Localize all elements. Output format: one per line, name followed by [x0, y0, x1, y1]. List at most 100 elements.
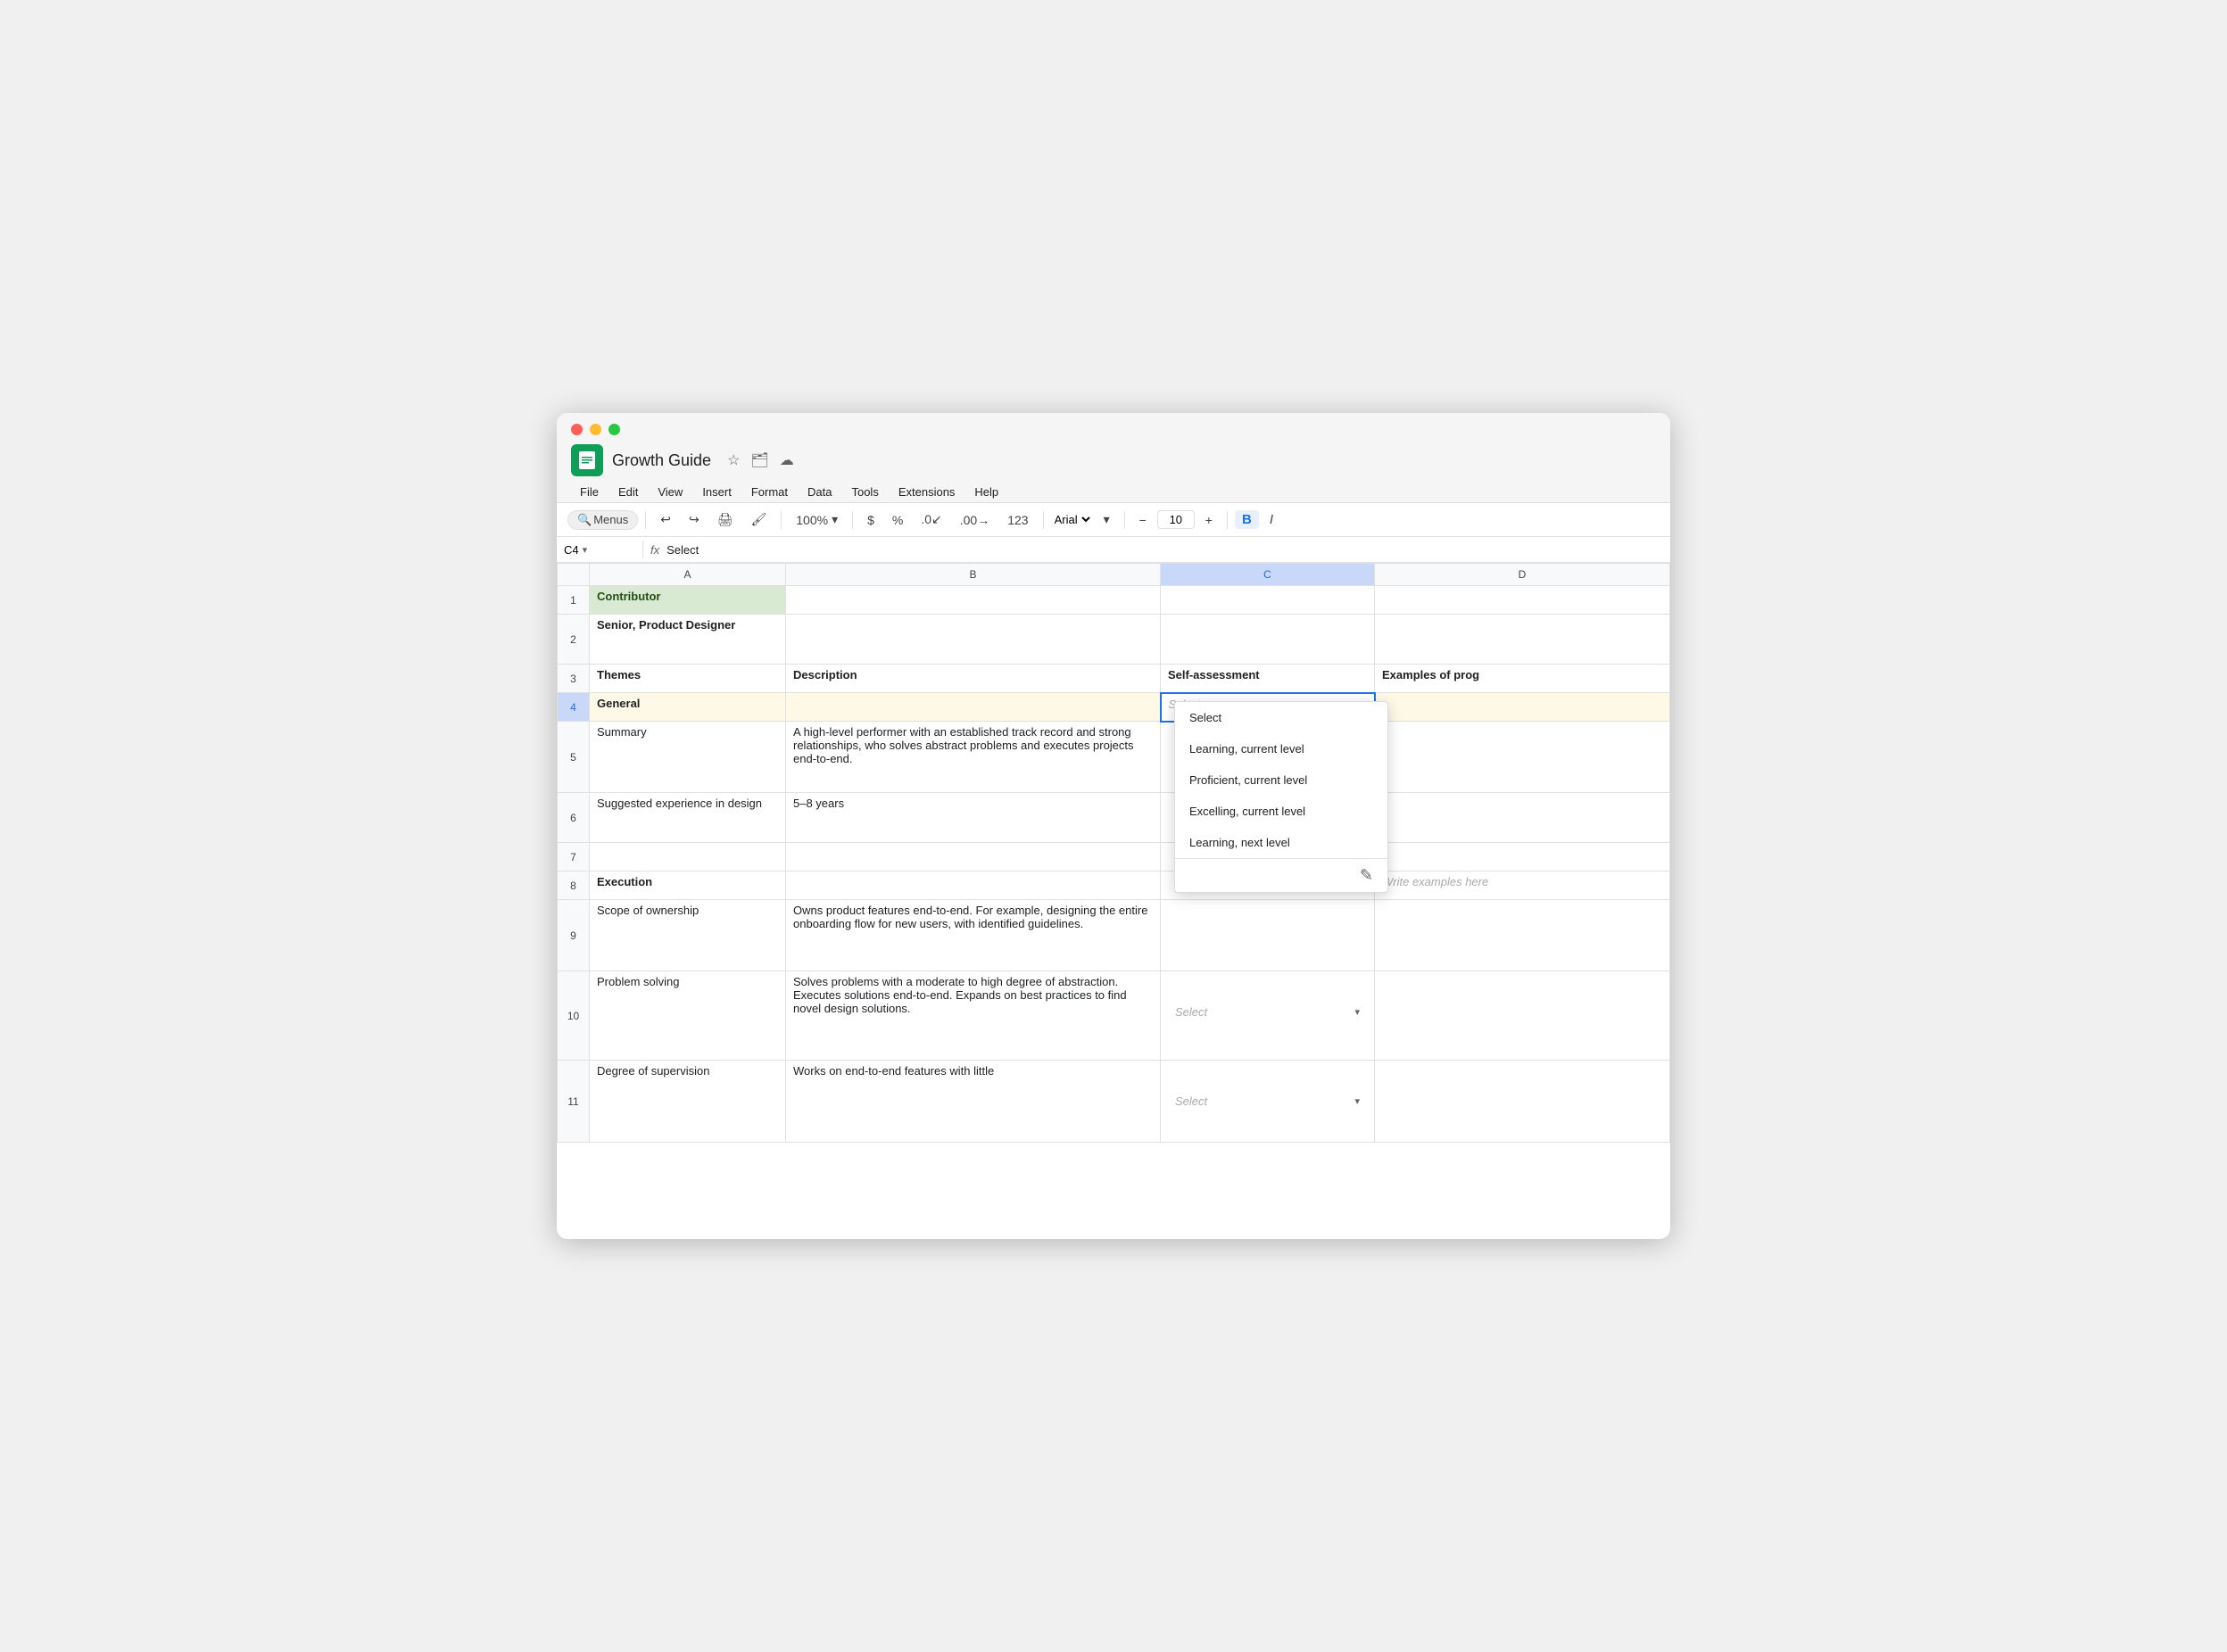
font-size-box: 10: [1157, 510, 1195, 529]
cell-b8[interactable]: [786, 871, 1161, 900]
undo-button[interactable]: ↩: [653, 508, 678, 531]
font-dropdown-button[interactable]: ▾: [1097, 508, 1117, 531]
table-row: 11 Degree of supervision Works on end-to…: [558, 1061, 1670, 1143]
bold-button[interactable]: B: [1235, 510, 1259, 529]
cell-d11[interactable]: [1375, 1061, 1670, 1143]
formula-bar: C4 ▾ fx Select: [557, 537, 1670, 563]
cell-b10[interactable]: Solves problems with a moderate to high …: [786, 971, 1161, 1061]
select-dropdown-c11[interactable]: Select ▾: [1168, 1091, 1367, 1111]
col-header-a[interactable]: A: [590, 564, 786, 586]
italic-button[interactable]: I: [1263, 510, 1280, 529]
table-row: 2 Senior, Product Designer: [558, 615, 1670, 665]
cell-d8[interactable]: Write examples here: [1375, 871, 1670, 900]
cell-c2[interactable]: [1161, 615, 1375, 665]
dropdown-item-3[interactable]: Excelling, current level: [1175, 796, 1387, 827]
minimize-button[interactable]: [590, 424, 601, 435]
menu-tools[interactable]: Tools: [842, 482, 887, 502]
row-num-8: 8: [558, 871, 590, 900]
cell-a11[interactable]: Degree of supervision: [590, 1061, 786, 1143]
cell-b1[interactable]: [786, 586, 1161, 615]
zoom-label: 100%: [796, 513, 828, 527]
cell-a5[interactable]: Summary: [590, 722, 786, 793]
cell-a2[interactable]: Senior, Product Designer: [590, 615, 786, 665]
star-icon[interactable]: ☆: [727, 451, 740, 469]
dropdown-popup[interactable]: Select Learning, current level Proficien…: [1174, 701, 1388, 893]
cell-b5[interactable]: A high-level performer with an establish…: [786, 722, 1161, 793]
cell-a4[interactable]: General: [590, 693, 786, 722]
cell-d1[interactable]: [1375, 586, 1670, 615]
increase-decimal-button[interactable]: .00→: [953, 509, 997, 531]
menus-button[interactable]: 🔍 Menus: [567, 510, 638, 530]
chevron-down-icon: ▾: [1354, 1006, 1360, 1018]
cell-b2[interactable]: [786, 615, 1161, 665]
menu-data[interactable]: Data: [799, 482, 840, 502]
cell-b11[interactable]: Works on end-to-end features with little: [786, 1061, 1161, 1143]
format-number-button[interactable]: 123: [1000, 509, 1035, 531]
col-header-b[interactable]: B: [786, 564, 1161, 586]
cell-b9[interactable]: Owns product features end-to-end. For ex…: [786, 900, 1161, 971]
cell-a10[interactable]: Problem solving: [590, 971, 786, 1061]
cell-d9[interactable]: [1375, 900, 1670, 971]
close-button[interactable]: [571, 424, 583, 435]
menu-bar: File Edit View Insert Format Data Tools …: [571, 480, 1656, 502]
cloud-icon[interactable]: ☁: [780, 451, 794, 469]
row-num-11: 11: [558, 1061, 590, 1143]
menu-file[interactable]: File: [571, 482, 608, 502]
zoom-chevron-icon: ▾: [832, 512, 838, 527]
currency-button[interactable]: $: [860, 509, 882, 531]
dropdown-item-0[interactable]: Select: [1175, 702, 1387, 733]
menu-edit[interactable]: Edit: [609, 482, 647, 502]
formula-divider: [642, 541, 643, 558]
dropdown-item-2[interactable]: Proficient, current level: [1175, 764, 1387, 796]
cell-c10[interactable]: Select ▾: [1161, 971, 1375, 1061]
cell-b6[interactable]: 5–8 years: [786, 793, 1161, 843]
cell-a9[interactable]: Scope of ownership: [590, 900, 786, 971]
cell-b4[interactable]: [786, 693, 1161, 722]
cell-b3[interactable]: Description: [786, 665, 1161, 693]
font-select[interactable]: Arial: [1051, 512, 1093, 527]
cell-d2[interactable]: [1375, 615, 1670, 665]
decrease-decimal-button[interactable]: .0↙: [914, 508, 948, 531]
cell-b7[interactable]: [786, 843, 1161, 871]
cell-d3[interactable]: Examples of prog: [1375, 665, 1670, 693]
cell-d6[interactable]: [1375, 793, 1670, 843]
print-button[interactable]: 🖨: [710, 508, 741, 531]
window-controls: [571, 424, 1656, 435]
cell-a6[interactable]: Suggested experience in design: [590, 793, 786, 843]
cell-d4[interactable]: [1375, 693, 1670, 722]
cell-d5[interactable]: [1375, 722, 1670, 793]
maximize-button[interactable]: [608, 424, 620, 435]
spreadsheet[interactable]: A B C D 1 Contributor 2 Senio: [557, 563, 1670, 1239]
dropdown-item-1[interactable]: Learning, current level: [1175, 733, 1387, 764]
cell-c9[interactable]: [1161, 900, 1375, 971]
cell-c3[interactable]: Self-assessment: [1161, 665, 1375, 693]
menu-view[interactable]: View: [649, 482, 691, 502]
cell-c11[interactable]: Select ▾: [1161, 1061, 1375, 1143]
percent-button[interactable]: %: [885, 509, 910, 531]
paint-format-button[interactable]: 🖌: [743, 508, 774, 531]
cell-d7[interactable]: [1375, 843, 1670, 871]
cell-a8[interactable]: Execution: [590, 871, 786, 900]
font-size-increase-button[interactable]: +: [1198, 509, 1220, 531]
dropdown-item-4[interactable]: Learning, next level: [1175, 827, 1387, 858]
cell-ref-value: C4: [564, 543, 579, 557]
zoom-button[interactable]: 100% ▾: [789, 508, 845, 531]
col-header-c[interactable]: C: [1161, 564, 1375, 586]
grid: A B C D 1 Contributor 2 Senio: [557, 563, 1670, 1143]
menu-help[interactable]: Help: [965, 482, 1007, 502]
menu-insert[interactable]: Insert: [693, 482, 741, 502]
redo-button[interactable]: ↪: [682, 508, 707, 531]
folder-icon[interactable]: 🗂: [750, 451, 768, 469]
font-size-decrease-button[interactable]: −: [1132, 509, 1154, 531]
cell-d10[interactable]: [1375, 971, 1670, 1061]
edit-icon[interactable]: ✎: [1360, 866, 1373, 885]
cell-a7[interactable]: [590, 843, 786, 871]
cell-a1[interactable]: Contributor: [590, 586, 786, 615]
cell-a3[interactable]: Themes: [590, 665, 786, 693]
cell-c1[interactable]: [1161, 586, 1375, 615]
menu-extensions[interactable]: Extensions: [890, 482, 964, 502]
menu-format[interactable]: Format: [742, 482, 797, 502]
select-dropdown-c10[interactable]: Select ▾: [1168, 1002, 1367, 1022]
col-header-d[interactable]: D: [1375, 564, 1670, 586]
table-row: 1 Contributor: [558, 586, 1670, 615]
